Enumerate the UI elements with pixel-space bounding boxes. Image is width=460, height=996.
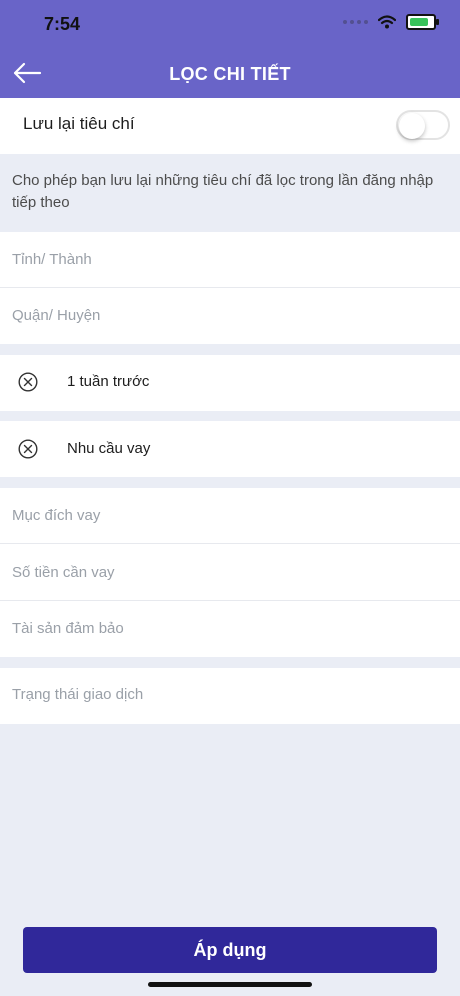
remove-filter-icon[interactable] <box>18 439 38 459</box>
home-indicator <box>148 982 312 987</box>
divider <box>0 543 460 544</box>
save-criteria-toggle[interactable] <box>396 110 450 140</box>
transaction-status-select[interactable]: Trạng thái giao dịch <box>12 686 143 703</box>
wifi-icon <box>378 15 396 29</box>
active-filter-label: Nhu cầu vay <box>67 440 151 457</box>
active-filter-loan-need: Nhu cầu vay <box>0 421 460 477</box>
header-bar: 7:54 LỌC CHI TIẾT <box>0 0 460 98</box>
toggle-knob <box>399 113 425 139</box>
battery-icon <box>406 14 439 30</box>
active-filter-label: 1 tuần trước <box>67 373 150 390</box>
transaction-status-group: Trạng thái giao dịch <box>0 668 460 724</box>
collateral-select[interactable]: Tài sản đảm bảo <box>12 620 124 637</box>
remove-filter-icon[interactable] <box>18 372 38 392</box>
status-icons <box>343 14 439 30</box>
save-criteria-label: Lưu lại tiêu chí <box>23 114 135 133</box>
loan-purpose-select[interactable]: Mục đích vay <box>12 507 100 524</box>
divider <box>0 600 460 601</box>
loan-fields-group: Mục đích vay Số tiền cần vay Tài sản đảm… <box>0 488 460 657</box>
cellular-signal-icon <box>343 20 368 24</box>
save-criteria-hint: Cho phép bạn lưu lại những tiêu chí đã l… <box>12 172 434 211</box>
district-select[interactable]: Quận/ Huyện <box>12 307 100 324</box>
location-group: Tỉnh/ Thành Quận/ Huyện <box>0 232 460 344</box>
status-time: 7:54 <box>44 14 81 34</box>
page-title: LỌC CHI TIẾT <box>169 64 291 84</box>
apply-button[interactable]: Áp dụng <box>23 927 437 973</box>
save-criteria-row: Lưu lại tiêu chí <box>0 98 460 154</box>
province-select[interactable]: Tỉnh/ Thành <box>12 251 92 268</box>
active-filter-time: 1 tuần trước <box>0 355 460 411</box>
divider <box>0 287 460 288</box>
loan-amount-field[interactable]: Số tiền cần vay <box>12 564 115 581</box>
